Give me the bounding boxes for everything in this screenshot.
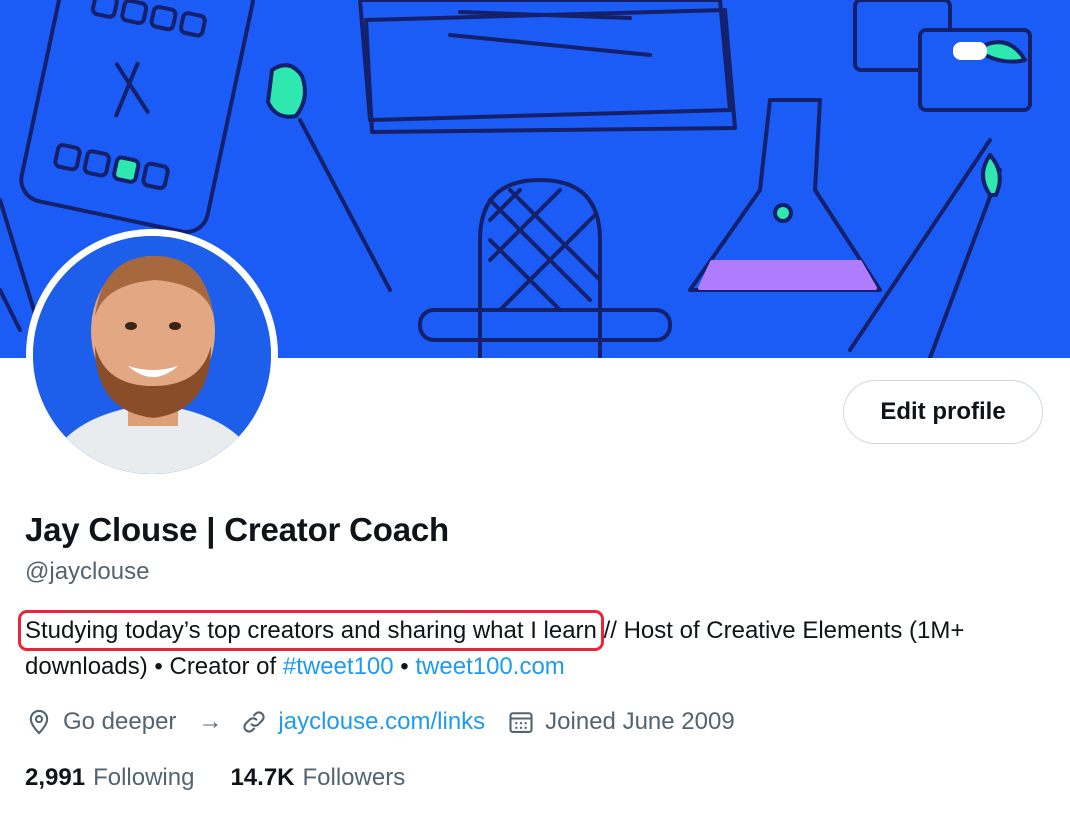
profile-stats: 2,991 Following 14.7K Followers bbox=[25, 760, 441, 796]
calendar-icon bbox=[509, 712, 533, 733]
following-label: Following bbox=[93, 764, 195, 791]
bio-highlighted-text: Studying today’s top creators and sharin… bbox=[18, 610, 604, 651]
bio-website-link[interactable]: tweet100.com bbox=[415, 653, 564, 680]
bio-hashtag-link[interactable]: #tweet100 bbox=[283, 653, 394, 680]
followers-link[interactable]: 14.7K Followers bbox=[230, 764, 405, 792]
url-item: jayclouse.com/links bbox=[240, 708, 485, 736]
display-name: Jay Clouse | Creator Coach bbox=[25, 511, 450, 548]
followers-label: Followers bbox=[302, 764, 406, 791]
following-link[interactable]: 2,991 Following bbox=[25, 764, 194, 792]
avatar-portrait-icon bbox=[33, 236, 271, 474]
location-item: Go deeper bbox=[25, 708, 176, 736]
avatar-photo bbox=[33, 236, 271, 474]
location-pin-icon bbox=[29, 709, 49, 735]
joined-item: Joined June 2009 bbox=[507, 708, 735, 736]
link-icon bbox=[243, 711, 265, 733]
profile-meta: Go deeper → jayclouse.com/links Joined J… bbox=[25, 704, 757, 740]
joined-text: Joined June 2009 bbox=[545, 708, 735, 735]
edit-profile-button[interactable]: Edit profile bbox=[843, 380, 1043, 444]
followers-count: 14.7K bbox=[230, 764, 295, 791]
bio-separator: • bbox=[393, 653, 416, 680]
profile-url-link[interactable]: jayclouse.com/links bbox=[278, 708, 485, 736]
following-count: 2,991 bbox=[25, 764, 86, 791]
profile-avatar[interactable] bbox=[26, 229, 278, 481]
arrow-text: → bbox=[198, 708, 223, 735]
location-text: Go deeper bbox=[63, 708, 177, 735]
user-handle: @jayclouse bbox=[25, 558, 150, 585]
profile-bio: Studying today’s top creators and sharin… bbox=[18, 610, 1045, 685]
